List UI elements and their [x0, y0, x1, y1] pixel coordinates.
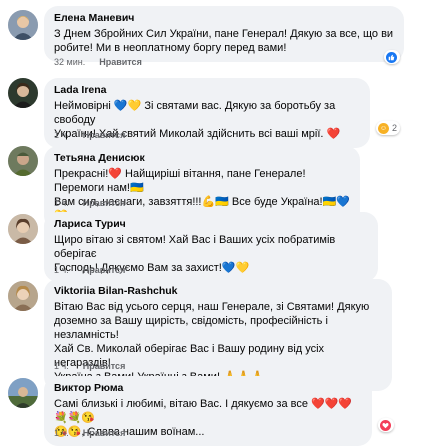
comment-line: Самі близькі і любимі, вітаю Вас. І дяку…: [54, 398, 353, 424]
like-icon: [386, 51, 397, 63]
comment-line: Прекрасні!❤️ Найщиріші вітання, пане Ген…: [54, 168, 306, 194]
comment-line: доземно за Вашу щирість, свідомість, про…: [54, 315, 328, 341]
comment-author[interactable]: Лариса Турич: [54, 218, 368, 231]
comment-author[interactable]: Тетьяна Денисюк: [54, 152, 350, 165]
comment-meta: 1 ч. Нравится: [54, 428, 125, 438]
like-button[interactable]: Нравится: [99, 57, 142, 67]
like-button[interactable]: Нравится: [83, 130, 126, 140]
reaction-badge[interactable]: [378, 418, 394, 432]
avatar[interactable]: [8, 378, 38, 408]
reaction-badge[interactable]: [384, 50, 400, 64]
like-button[interactable]: Нравится: [83, 361, 126, 371]
comment-author[interactable]: Елена Маневич: [54, 12, 394, 25]
care-icon: ☺: [378, 122, 389, 134]
avatar[interactable]: [8, 214, 38, 244]
comment-bubble: Viktoriia Bilan-Rashchuk Вітаю Вас від у…: [44, 279, 392, 391]
comment-author[interactable]: Viktoriia Bilan-Rashchuk: [54, 285, 382, 298]
like-button[interactable]: Нравится: [83, 198, 126, 208]
love-icon: [380, 419, 391, 431]
avatar[interactable]: [8, 146, 38, 176]
comment-author[interactable]: Виктор Рюма: [54, 382, 362, 395]
avatar[interactable]: [8, 78, 38, 108]
comment-author[interactable]: Lada Irena: [54, 84, 360, 97]
avatar[interactable]: [8, 10, 38, 40]
comment-meta: 1 ч. Нравится: [54, 361, 125, 371]
comment-line: Щиро вітаю зі святом! Хай Вас і Ваших ус…: [54, 234, 336, 260]
avatar[interactable]: [8, 281, 38, 311]
comment-time[interactable]: 1 ч.: [54, 265, 69, 275]
comment-line: Неймовірні 💙💛 Зі святами вас. Дякую за б…: [54, 100, 336, 126]
like-button[interactable]: Нравится: [83, 265, 126, 275]
comment-meta: 32 мин. Нравится: [54, 57, 142, 67]
comment-text: Вітаю Вас від усього серця, наш Генерале…: [54, 300, 382, 384]
comment-time[interactable]: 1 ч.: [54, 130, 69, 140]
comment-text: З Днем Збройних Сил України, пане Генера…: [54, 27, 394, 55]
comment-time[interactable]: 1 ч.: [54, 428, 69, 438]
comment-time[interactable]: 1 ч.: [54, 198, 69, 208]
reaction-badge[interactable]: ☺ 2: [376, 121, 401, 135]
comment-meta: 1 ч. Нравится: [54, 130, 125, 140]
comment-line: робите! Ми в неоплатному боргу перед вам…: [54, 42, 287, 54]
comment-line: З Днем Збройних Сил України, пане Генера…: [54, 28, 394, 40]
comment-meta: 1 ч. Нравится: [54, 265, 125, 275]
comment-line: Вітаю Вас від усього серця, наш Генерале…: [54, 301, 370, 313]
reaction-count: 2: [392, 123, 398, 133]
like-button[interactable]: Нравится: [83, 428, 126, 438]
comment-meta: 1 ч. Нравится: [54, 198, 125, 208]
comment-bubble: Елена Маневич З Днем Збройних Сил Україн…: [44, 6, 404, 62]
comment-time[interactable]: 32 мин.: [54, 57, 85, 67]
comment-time[interactable]: 1 ч.: [54, 361, 69, 371]
